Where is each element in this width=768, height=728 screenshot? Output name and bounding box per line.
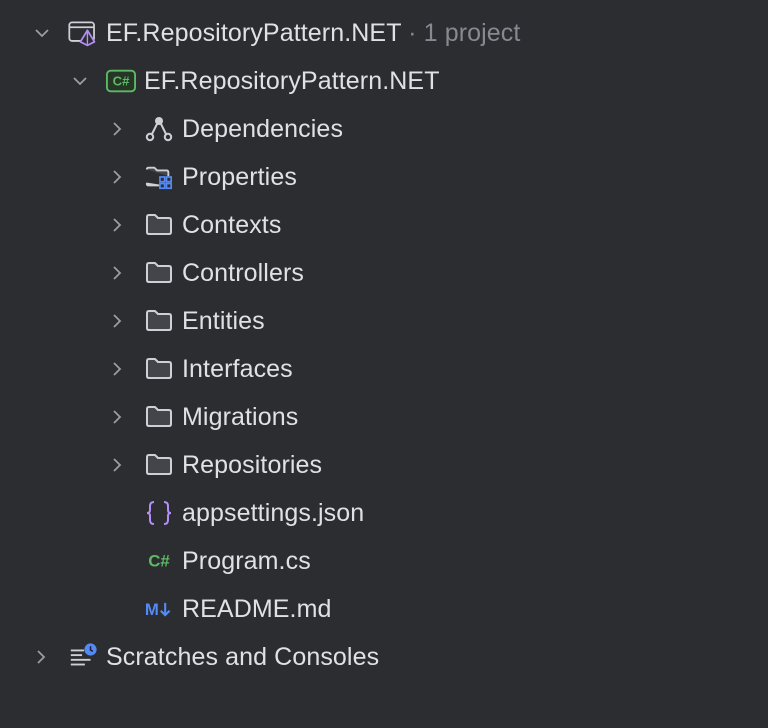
- markdown-file-icon: M: [144, 594, 174, 624]
- chevron-right-icon[interactable]: [107, 167, 127, 187]
- project-tree: EF.RepositoryPattern.NET · 1 project C# …: [0, 0, 768, 728]
- tree-item-label: Properties: [182, 163, 297, 191]
- csharp-project-icon: C#: [106, 66, 136, 96]
- folder-icon: [144, 402, 174, 432]
- csharp-file-icon: C#: [144, 546, 174, 576]
- chevron-right-icon[interactable]: [107, 119, 127, 139]
- tree-item-contexts[interactable]: Contexts: [0, 201, 768, 249]
- tree-item-program-cs[interactable]: C# Program.cs: [0, 537, 768, 585]
- folder-icon: [144, 354, 174, 384]
- folder-icon: [144, 210, 174, 240]
- tree-item-label: Migrations: [182, 403, 299, 431]
- project-name: EF.RepositoryPattern.NET: [144, 67, 440, 95]
- tree-item-label: Scratches and Consoles: [106, 643, 380, 671]
- dependencies-icon: [144, 114, 174, 144]
- chevron-right-icon[interactable]: [107, 455, 127, 475]
- tree-item-readme[interactable]: M README.md: [0, 585, 768, 633]
- tree-item-properties[interactable]: Properties: [0, 153, 768, 201]
- tree-item-solution[interactable]: EF.RepositoryPattern.NET · 1 project: [0, 9, 768, 57]
- tree-item-label: Repositories: [182, 451, 323, 479]
- chevron-right-icon[interactable]: [107, 215, 127, 235]
- tree-item-repositories[interactable]: Repositories: [0, 441, 768, 489]
- tree-item-project[interactable]: C# EF.RepositoryPattern.NET: [0, 57, 768, 105]
- folder-icon: [144, 258, 174, 288]
- tree-item-entities[interactable]: Entities: [0, 297, 768, 345]
- tree-item-scratches[interactable]: Scratches and Consoles: [0, 633, 768, 681]
- solution-name: EF.RepositoryPattern.NET: [106, 19, 402, 47]
- tree-item-label: README.md: [182, 595, 332, 623]
- chevron-right-icon[interactable]: [107, 359, 127, 379]
- svg-text:M: M: [145, 600, 159, 619]
- chevron-down-icon[interactable]: [32, 23, 52, 43]
- tree-item-label: Contexts: [182, 211, 282, 239]
- tree-item-controllers[interactable]: Controllers: [0, 249, 768, 297]
- tree-item-label: Dependencies: [182, 115, 344, 143]
- chevron-right-icon[interactable]: [107, 263, 127, 283]
- tree-item-migrations[interactable]: Migrations: [0, 393, 768, 441]
- tree-item-label: Program.cs: [182, 547, 311, 575]
- chevron-right-icon[interactable]: [107, 407, 127, 427]
- scratches-icon: [68, 642, 98, 672]
- properties-folder-icon: [144, 162, 174, 192]
- tree-item-appsettings[interactable]: appsettings.json: [0, 489, 768, 537]
- svg-text:C#: C#: [113, 74, 130, 89]
- tree-item-label: Controllers: [182, 259, 304, 287]
- tree-item-label: Interfaces: [182, 355, 293, 383]
- solution-icon: [68, 18, 98, 48]
- solution-project-count: · 1 project: [408, 19, 521, 47]
- chevron-right-icon[interactable]: [107, 311, 127, 331]
- tree-item-label: appsettings.json: [182, 499, 365, 527]
- tree-item-label: Entities: [182, 307, 265, 335]
- chevron-right-icon[interactable]: [31, 647, 51, 667]
- chevron-down-icon[interactable]: [70, 71, 90, 91]
- svg-text:C#: C#: [148, 552, 170, 571]
- tree-item-dependencies[interactable]: Dependencies: [0, 105, 768, 153]
- folder-icon: [144, 306, 174, 336]
- folder-icon: [144, 450, 174, 480]
- tree-item-interfaces[interactable]: Interfaces: [0, 345, 768, 393]
- json-file-icon: [144, 498, 174, 528]
